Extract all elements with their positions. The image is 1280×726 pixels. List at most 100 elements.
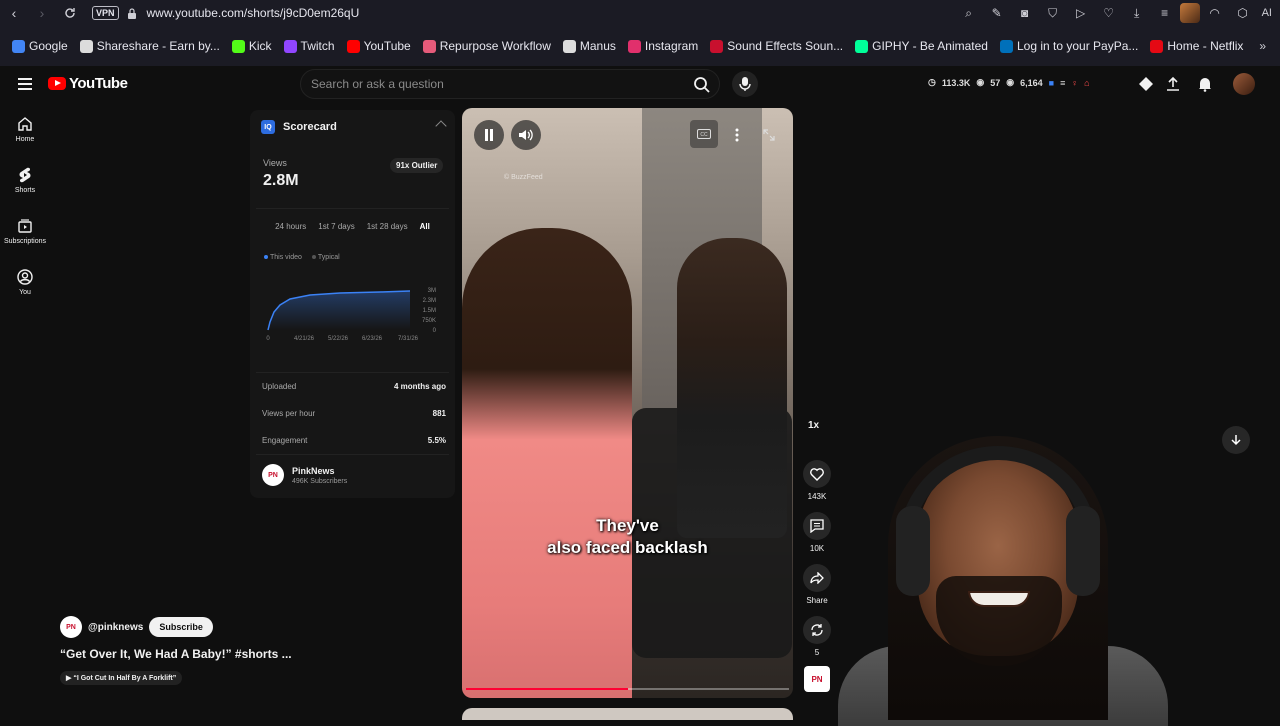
- bookmark-favicon-icon: [1150, 39, 1164, 53]
- microphone-icon[interactable]: [732, 71, 758, 97]
- bookmark-favicon-icon: [79, 39, 93, 53]
- browser-toolbar: ‹ › VPN www.youtube.com/shorts/j9cD0em26…: [0, 0, 1280, 26]
- browser-profile-avatar[interactable]: [1179, 3, 1200, 23]
- short-video-player[interactable]: CC © BuzzFeed They've also faced backlas…: [462, 108, 793, 698]
- video-watermark: © BuzzFeed: [504, 174, 543, 181]
- webcam-smile: [968, 591, 1030, 607]
- bookmarks-overflow-icon[interactable]: »: [1259, 34, 1266, 58]
- stat-value: 5.5%: [427, 436, 446, 445]
- bookmark-label: Manus: [579, 39, 616, 53]
- edit-icon[interactable]: ✎: [984, 0, 1010, 26]
- shield-icon[interactable]: ⛉: [1040, 0, 1066, 26]
- bookmark-item[interactable]: Home - Netflix: [1150, 39, 1243, 53]
- tab-24-hours[interactable]: 24 hours: [275, 222, 306, 231]
- bookmark-item[interactable]: Kick: [231, 39, 272, 53]
- sidebar-item-home[interactable]: Home: [0, 116, 50, 143]
- bookmark-item[interactable]: YouTube: [346, 39, 411, 53]
- channel-name: PinkNews: [292, 465, 335, 476]
- youtube-play-logo-icon: [48, 77, 66, 90]
- sidebar-item-shorts[interactable]: Shorts: [0, 167, 50, 194]
- outlier-badge: 91x Outlier: [390, 158, 444, 173]
- stat-value: 4 months ago: [393, 382, 446, 391]
- create-icon[interactable]: [1136, 74, 1156, 94]
- vidiq-icon[interactable]: ■: [1049, 78, 1054, 88]
- webcam-overlay: [818, 426, 1280, 726]
- search-input[interactable]: [311, 70, 681, 98]
- channel-handle[interactable]: @pinknews: [88, 622, 143, 633]
- stat-row: Uploaded 4 months ago: [262, 382, 446, 391]
- bookmark-item[interactable]: Shareshare - Earn by...: [79, 39, 220, 53]
- collapse-chevron-icon[interactable]: [435, 120, 447, 132]
- stat-label: Engagement: [262, 436, 308, 445]
- views-value: 2.8M: [263, 172, 299, 189]
- fullscreen-icon[interactable]: [754, 120, 784, 150]
- channel-info[interactable]: PN PinkNews 496K Subscribers: [262, 464, 347, 486]
- tab-all[interactable]: All: [420, 222, 430, 231]
- bookmark-item[interactable]: GIPHY - Be Animated: [855, 39, 988, 53]
- bookmark-item[interactable]: Repurpose Workflow: [422, 39, 551, 53]
- stat-label: Uploaded: [262, 382, 297, 391]
- bookmark-label: Shareshare - Earn by...: [96, 39, 220, 53]
- video-progress-bar[interactable]: [466, 688, 789, 690]
- bookmark-item[interactable]: Sound Effects Soun...: [710, 39, 843, 53]
- legend-item: This video: [264, 254, 302, 261]
- notifications-bell-icon[interactable]: [1195, 74, 1215, 94]
- back-button[interactable]: ‹: [0, 0, 28, 26]
- alert-icon[interactable]: ♀: [1071, 78, 1078, 88]
- headphone-cup-left: [896, 506, 930, 596]
- x-tick-label: 6/23/26: [362, 336, 383, 342]
- volume-icon[interactable]: [511, 120, 541, 150]
- camera-icon[interactable]: ◙: [1012, 0, 1038, 26]
- profile-avatar[interactable]: [1233, 73, 1255, 95]
- bookmark-item[interactable]: Log in to your PayPa...: [999, 39, 1138, 53]
- next-short-preview[interactable]: [462, 708, 793, 720]
- vidiq-logo-icon: IQ: [261, 120, 275, 134]
- search-icon[interactable]: [691, 74, 713, 96]
- search-tab-icon[interactable]: ⌕: [956, 0, 982, 26]
- video-title[interactable]: “Get Over It, We Had A Baby!” #shorts ..…: [60, 647, 292, 661]
- bookmark-item[interactable]: Manus: [562, 39, 616, 53]
- you-icon: [17, 269, 33, 285]
- captions-icon[interactable]: CC: [690, 120, 718, 148]
- play-icon[interactable]: ▷: [1068, 0, 1094, 26]
- tab-1st-7-days[interactable]: 1st 7 days: [318, 222, 354, 231]
- sidebar-item-you[interactable]: You: [0, 269, 50, 296]
- bookmark-favicon-icon: [999, 39, 1013, 53]
- bookmark-favicon-icon: [627, 39, 641, 53]
- ai-button[interactable]: AI: [1258, 7, 1276, 19]
- sound-title: “I Got Cut In Half By A Forklift”: [73, 675, 177, 682]
- channel-avatar[interactable]: PN: [60, 616, 82, 638]
- sidebar-item-subscriptions[interactable]: Subscriptions: [0, 218, 50, 245]
- upload-icon[interactable]: [1163, 74, 1183, 94]
- download-icon[interactable]: ⤓: [1124, 0, 1150, 26]
- bookmark-item[interactable]: Google: [12, 39, 68, 53]
- bookmark-item[interactable]: Twitch: [283, 39, 335, 53]
- extensions-icon[interactable]: ⬡: [1230, 0, 1256, 26]
- x-axis-ticks: 0 4/21/26 5/22/26 6/23/26 7/31/26: [266, 336, 418, 342]
- pause-icon[interactable]: [474, 120, 504, 150]
- bookmark-favicon-icon: [283, 39, 297, 53]
- hamburger-menu-icon[interactable]: [18, 78, 32, 90]
- forward-button[interactable]: ›: [28, 0, 56, 26]
- stat-label: Views per hour: [262, 409, 316, 418]
- divider: [256, 372, 449, 373]
- tab-1st-28-days[interactable]: 1st 28 days: [367, 222, 408, 231]
- bell-alert-icon[interactable]: ⌂: [1084, 78, 1089, 88]
- subscribe-button[interactable]: Subscribe: [149, 617, 213, 637]
- list-icon[interactable]: ≡: [1060, 78, 1065, 88]
- more-options-icon[interactable]: [722, 120, 752, 150]
- reload-button[interactable]: [56, 0, 84, 26]
- sound-tag[interactable]: ▶ “I Got Cut In Half By A Forklift”: [60, 671, 183, 685]
- bookmark-item[interactable]: Instagram: [627, 39, 698, 53]
- menu-icon[interactable]: ≡: [1152, 0, 1178, 26]
- headset-icon[interactable]: ◠: [1202, 0, 1228, 26]
- users-icon: ◉: [1006, 77, 1015, 87]
- youtube-logo[interactable]: YouTube: [48, 75, 128, 92]
- bookmark-label: Sound Effects Soun...: [727, 39, 844, 53]
- heart-icon[interactable]: ♡: [1096, 0, 1122, 26]
- vpn-badge[interactable]: VPN: [92, 6, 119, 20]
- chart-area: [268, 291, 410, 330]
- caption-line-1: They've: [596, 516, 659, 535]
- caption-line-2: also faced backlash: [547, 538, 708, 557]
- address-bar[interactable]: www.youtube.com/shorts/j9cD0em26qU: [147, 6, 360, 20]
